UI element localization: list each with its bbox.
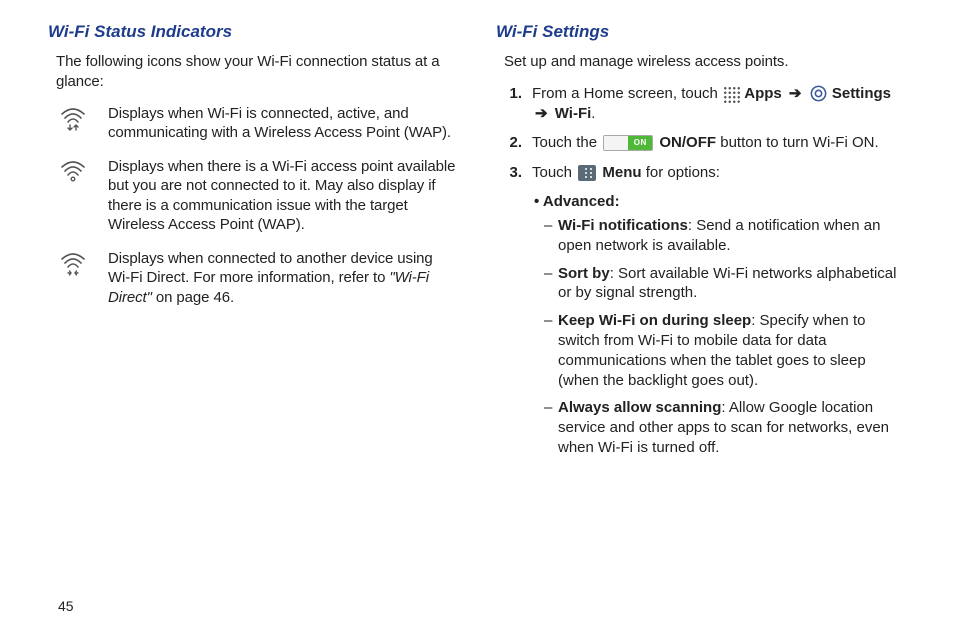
step-2: 2. Touch the ON ON/OFF button to turn Wi… xyxy=(504,133,906,153)
step-3: 3. Touch Menu for options: xyxy=(504,163,906,183)
advanced-sort-by: Sort by: Sort available Wi-Fi networks a… xyxy=(544,264,906,304)
apps-icon xyxy=(722,85,740,103)
advanced-keep-wifi-on: Keep Wi-Fi on during sleep: Specify when… xyxy=(544,311,906,390)
indicator-row-direct: Displays when connected to another devic… xyxy=(56,249,458,308)
advanced-heading: • Advanced: xyxy=(534,193,906,210)
wifi-settings-heading: Wi-Fi Settings xyxy=(496,22,906,42)
menu-icon xyxy=(578,165,596,181)
indicator-row-active: Displays when Wi-Fi is connected, active… xyxy=(56,104,458,143)
advanced-block: • Advanced: Wi-Fi notifications: Send a … xyxy=(534,193,906,458)
indicator-available-text: Displays when there is a Wi-Fi access po… xyxy=(108,157,458,235)
indicator-direct-text: Displays when connected to another devic… xyxy=(108,249,458,308)
advanced-list: Wi-Fi notifications: Send a notification… xyxy=(544,216,906,458)
wifi-direct-icon xyxy=(59,251,87,308)
advanced-wifi-notifications: Wi-Fi notifications: Send a notification… xyxy=(544,216,906,256)
indicator-row-available: Displays when there is a Wi-Fi access po… xyxy=(56,157,458,235)
settings-gear-icon xyxy=(809,84,828,103)
wifi-available-icon xyxy=(59,159,87,235)
arrow-icon: ➔ xyxy=(789,85,802,102)
left-column: Wi-Fi Status Indicators The following ic… xyxy=(48,22,458,582)
on-off-toggle-icon: ON xyxy=(603,135,653,151)
advanced-allow-scanning: Always allow scanning: Allow Google loca… xyxy=(544,398,906,457)
wifi-active-icon xyxy=(59,106,87,143)
indicator-active-text: Displays when Wi-Fi is connected, active… xyxy=(108,104,458,143)
steps-list: 1. From a Home screen, touch Apps ➔ Sett… xyxy=(504,84,906,183)
wifi-settings-intro: Set up and manage wireless access points… xyxy=(504,52,906,72)
arrow-icon: ➔ xyxy=(535,105,548,122)
step-1: 1. From a Home screen, touch Apps ➔ Sett… xyxy=(504,84,906,124)
page-number: 45 xyxy=(58,598,74,614)
right-column: Wi-Fi Settings Set up and manage wireles… xyxy=(496,22,906,582)
wifi-indicators-intro: The following icons show your Wi-Fi conn… xyxy=(56,52,458,92)
wifi-indicators-heading: Wi-Fi Status Indicators xyxy=(48,22,458,42)
